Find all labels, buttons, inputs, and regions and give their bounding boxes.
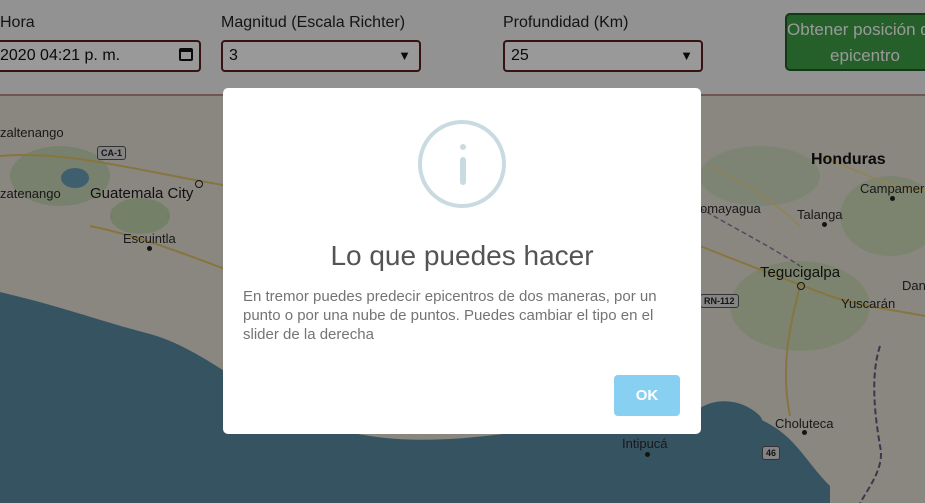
dialog-title: Lo que puedes hacer — [330, 240, 594, 271]
info-dialog: Lo que puedes hacer En tremor puedes pre… — [223, 88, 701, 434]
ok-button[interactable]: OK — [614, 375, 680, 416]
dialog-message: En tremor puedes predecir epicentros de … — [243, 288, 657, 343]
info-icon — [418, 120, 506, 208]
